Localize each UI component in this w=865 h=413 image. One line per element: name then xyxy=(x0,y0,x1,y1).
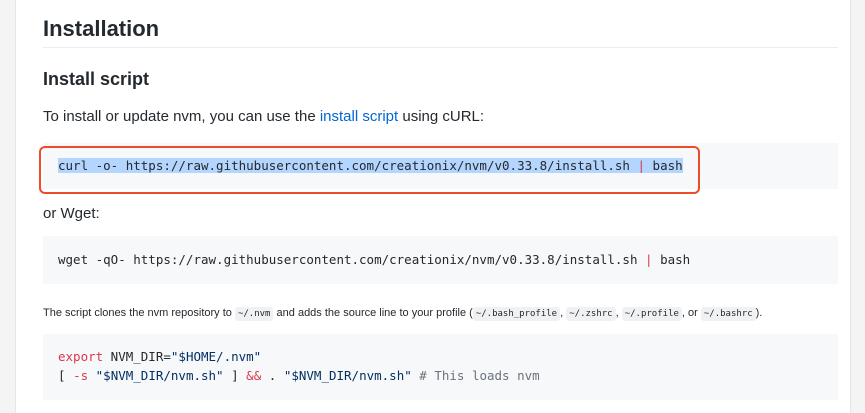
wget-code-block[interactable]: wget -qO- https://raw.githubusercontent.… xyxy=(43,236,838,284)
bash-profile-code: ~/.bash_profile xyxy=(472,307,561,321)
wget-command: wget -qO- https://raw.githubusercontent.… xyxy=(58,252,638,267)
zshrc-code: ~/.zshrc xyxy=(566,307,616,321)
intro-text-after: using cURL: xyxy=(398,108,485,125)
wget-label: or Wget: xyxy=(43,205,100,222)
subsection-heading: Install script xyxy=(43,69,150,89)
highlight-annotation-box xyxy=(39,146,700,194)
intro-text-before: To install or update nvm, you can use th… xyxy=(43,108,320,125)
export-line-1: export NVM_DIR="$HOME/.nvm" xyxy=(58,349,262,364)
bashrc-code: ~/.bashrc xyxy=(700,307,756,321)
wget-pipe: | xyxy=(645,252,653,267)
export-code-block[interactable]: export NVM_DIR="$HOME/.nvm" [ -s "$NVM_DI… xyxy=(43,334,838,400)
nvm-dir-code: ~/.nvm xyxy=(234,307,274,321)
intro-paragraph: To install or update nvm, you can use th… xyxy=(43,108,484,125)
wget-bash: bash xyxy=(660,252,691,267)
readme-page: Installation Install script To install o… xyxy=(15,0,851,413)
section-heading: Installation xyxy=(43,14,838,48)
install-script-link[interactable]: install script xyxy=(320,108,398,125)
profile-code: ~/.profile xyxy=(621,307,682,321)
profile-note: The script clones the nvm repository to … xyxy=(43,307,763,321)
export-line-2: [ -s "$NVM_DIR/nvm.sh" ] && . "$NVM_DIR/… xyxy=(58,368,540,383)
